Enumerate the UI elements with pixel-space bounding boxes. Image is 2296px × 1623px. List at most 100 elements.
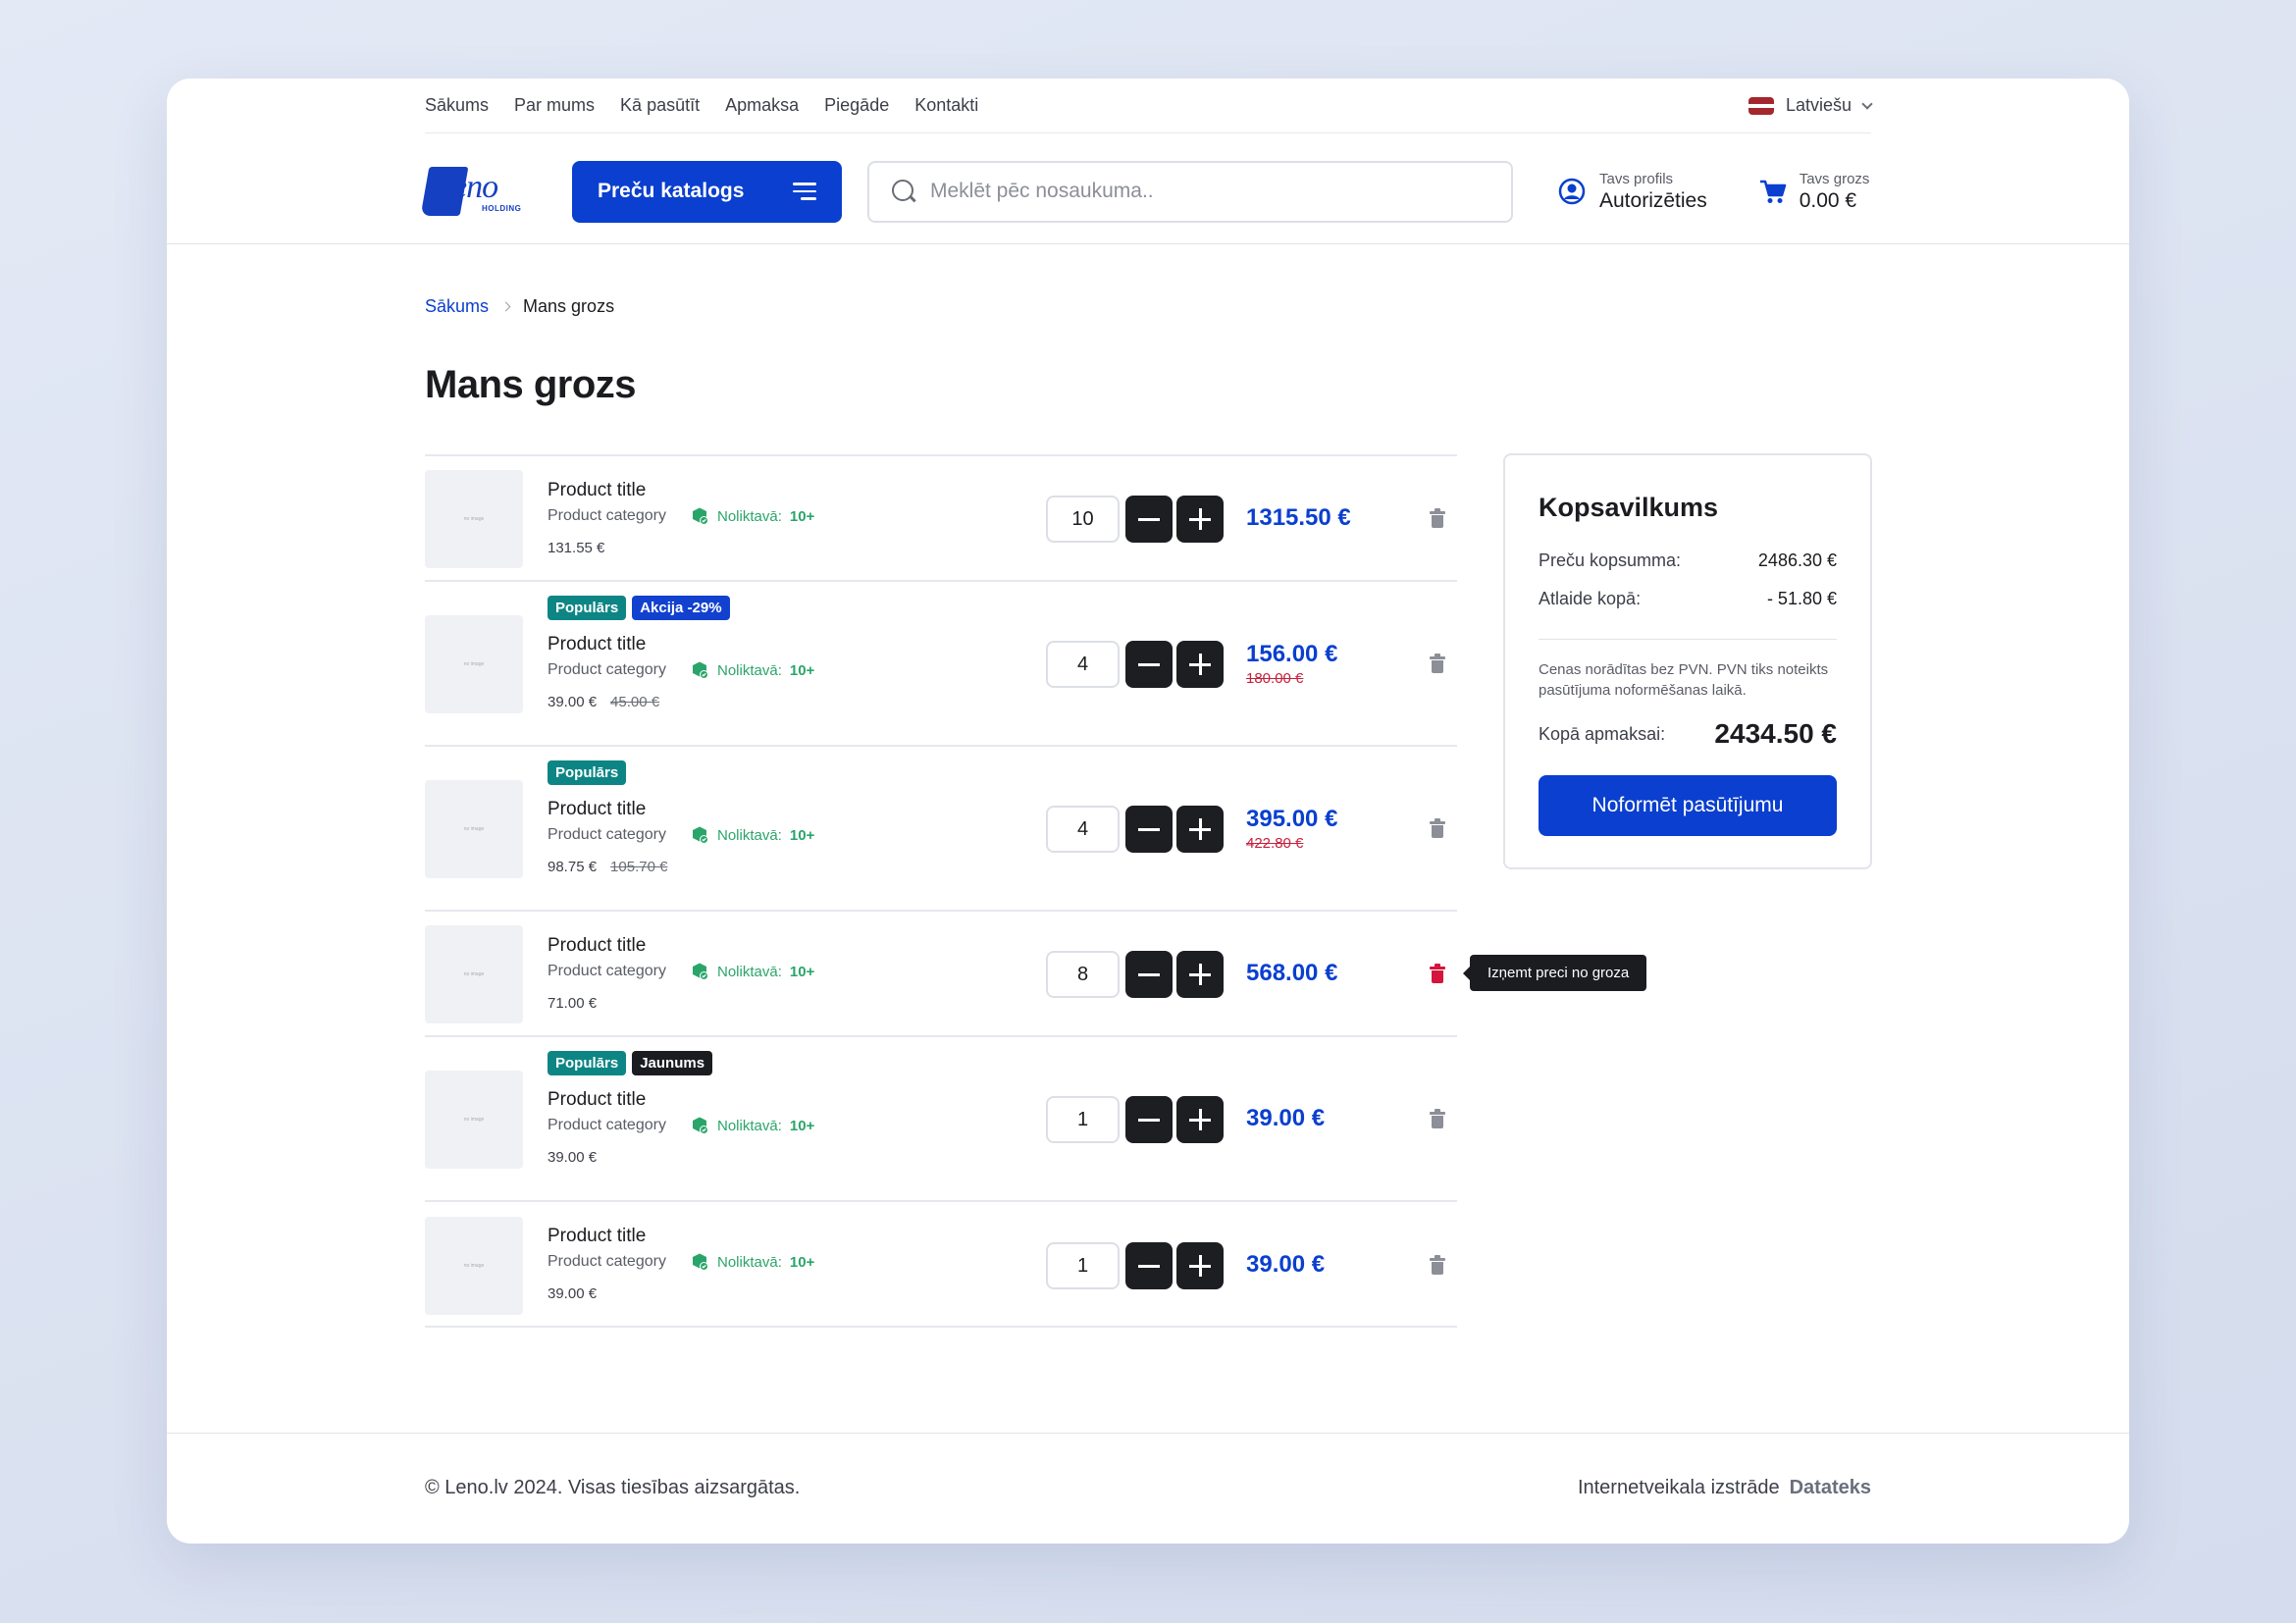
nav-link-home[interactable]: Sākums <box>425 95 489 116</box>
trash-bin <box>1432 970 1443 983</box>
item-category: Product category <box>548 507 666 524</box>
stock-count: 10+ <box>789 507 815 525</box>
product-image[interactable]: no image <box>425 470 523 568</box>
image-placeholder-text: no image <box>463 1263 485 1269</box>
stock-count: 10+ <box>789 1253 815 1271</box>
search-input[interactable] <box>930 180 1489 203</box>
stock-count: 10+ <box>789 1117 815 1134</box>
stock-box-icon <box>693 1253 708 1271</box>
profile-link[interactable]: Tavs profils Autorizēties <box>1558 171 1707 213</box>
trash-icon[interactable] <box>1430 654 1445 673</box>
quantity-input[interactable]: 1 <box>1046 1242 1120 1289</box>
vat-note: Cenas norādītas bez PVN. PVN tiks noteik… <box>1539 661 1829 699</box>
cart-items-list: no image Product title Product category Nol… <box>425 454 1647 1328</box>
leno-logo[interactable]: eno HOLDING <box>420 161 527 222</box>
trash-bin <box>1432 1116 1443 1128</box>
trash-bin <box>1432 660 1443 673</box>
item-total: 39.00 € <box>1246 1105 1325 1132</box>
cart-icon <box>1759 180 1786 203</box>
nav-link-payment[interactable]: Apmaksa <box>725 95 799 116</box>
product-image[interactable]: no image <box>425 925 523 1023</box>
increase-quantity-button[interactable] <box>1176 496 1224 543</box>
product-image[interactable]: no image <box>425 1071 523 1169</box>
item-unit-price-line: 39.00 € 45.00 € <box>548 694 814 710</box>
decrease-quantity-button[interactable] <box>1125 496 1173 543</box>
search-icon <box>891 179 916 204</box>
item-info: Product title Product category Noliktavā: 1… <box>548 480 814 556</box>
stock-label: Noliktavā: <box>717 1253 782 1271</box>
item-meta: Product category Noliktavā: 10+ <box>548 825 814 845</box>
breadcrumb: Sākums Mans grozs <box>425 296 1871 317</box>
item-total: 39.00 € <box>1246 1251 1325 1279</box>
quantity-input[interactable]: 8 <box>1046 951 1120 998</box>
item-title[interactable]: Product title <box>548 634 814 655</box>
decrease-quantity-button[interactable] <box>1125 1096 1173 1143</box>
page-title: Mans grozs <box>425 363 637 406</box>
stock-count: 10+ <box>789 661 815 679</box>
quantity-input[interactable]: 4 <box>1046 641 1120 688</box>
product-image[interactable]: no image <box>425 615 523 713</box>
quantity-input[interactable]: 1 <box>1046 1096 1120 1143</box>
stock-box-icon <box>693 826 708 844</box>
item-badges: Populārs Akcija -29% <box>548 596 814 620</box>
item-title[interactable]: Product title <box>548 1226 814 1247</box>
item-title[interactable]: Product title <box>548 1089 814 1111</box>
trash-icon[interactable] <box>1430 818 1445 838</box>
trash-lid <box>1430 1255 1445 1261</box>
item-total-price: 1315.50 € <box>1246 504 1351 531</box>
copyright: © Leno.lv 2024. Visas tiesības aizsargāt… <box>425 1477 801 1498</box>
trash-icon[interactable] <box>1430 1255 1445 1275</box>
stock-label: Noliktavā: <box>717 826 782 844</box>
subtotal-value: 2486.30 € <box>1757 550 1837 570</box>
latvia-flag-icon <box>1748 96 1774 115</box>
item-title[interactable]: Product title <box>548 799 814 820</box>
decrease-quantity-button[interactable] <box>1125 1242 1173 1289</box>
decrease-quantity-button[interactable] <box>1125 806 1173 853</box>
nav-link-how-to-order[interactable]: Kā pasūtīt <box>620 95 700 116</box>
item-total: 568.00 € <box>1246 960 1337 987</box>
trash-icon[interactable] <box>1430 964 1445 983</box>
increase-quantity-button[interactable] <box>1176 1096 1224 1143</box>
site-footer: © Leno.lv 2024. Visas tiesības aizsargāt… <box>425 1433 1871 1544</box>
product-image[interactable]: no image <box>425 780 523 878</box>
cart-item-row: no image Product title Product category Nol… <box>425 910 1647 1035</box>
item-total-old: 422.80 € <box>1246 835 1304 852</box>
decrease-quantity-button[interactable] <box>1125 641 1173 688</box>
increase-quantity-button[interactable] <box>1176 806 1224 853</box>
breadcrumb-home[interactable]: Sākums <box>425 296 489 317</box>
stock-count: 10+ <box>789 963 815 980</box>
item-total-price: 568.00 € <box>1246 960 1338 986</box>
item-title[interactable]: Product title <box>548 480 814 501</box>
developer-credit[interactable]: Internetveikala izstrāde Datateks <box>1578 1477 1871 1499</box>
item-category: Product category <box>548 826 666 843</box>
checkout-button[interactable]: Noformēt pasūtījumu <box>1539 775 1837 836</box>
trash-icon[interactable] <box>1430 1109 1445 1128</box>
nav-link-about[interactable]: Par mums <box>514 95 595 116</box>
chevron-down-icon <box>1861 97 1873 110</box>
increase-quantity-button[interactable] <box>1176 951 1224 998</box>
badge-teal: Populārs <box>548 760 627 785</box>
decrease-quantity-button[interactable] <box>1125 951 1173 998</box>
language-selector[interactable]: Latviešu <box>1748 95 1873 116</box>
product-image[interactable]: no image <box>425 1217 523 1315</box>
trash-lid <box>1430 1109 1445 1115</box>
quantity-input[interactable]: 10 <box>1046 496 1120 543</box>
item-title[interactable]: Product title <box>548 935 814 957</box>
increase-quantity-button[interactable] <box>1176 641 1224 688</box>
increase-quantity-button[interactable] <box>1176 1242 1224 1289</box>
catalog-button[interactable]: Preču katalogs <box>572 160 842 223</box>
search-box[interactable] <box>867 160 1513 223</box>
nav-link-delivery[interactable]: Piegāde <box>824 95 889 116</box>
cart-link[interactable]: Tavs grozs 0.00 € <box>1758 171 1869 213</box>
item-badges: Populārs Jaunums <box>548 1051 814 1075</box>
item-category: Product category <box>548 1253 666 1270</box>
quantity-input[interactable]: 4 <box>1046 806 1120 853</box>
image-placeholder-text: no image <box>463 1117 485 1123</box>
trash-icon[interactable] <box>1430 508 1445 528</box>
cart-item-row: no image Populārs Akcija -29% Product title… <box>425 580 1457 745</box>
item-category: Product category <box>548 661 666 678</box>
item-meta: Product category Noliktavā: 10+ <box>548 660 814 680</box>
trash-bin <box>1432 825 1443 838</box>
trash-bin <box>1432 515 1443 528</box>
nav-link-contacts[interactable]: Kontakti <box>914 95 978 116</box>
